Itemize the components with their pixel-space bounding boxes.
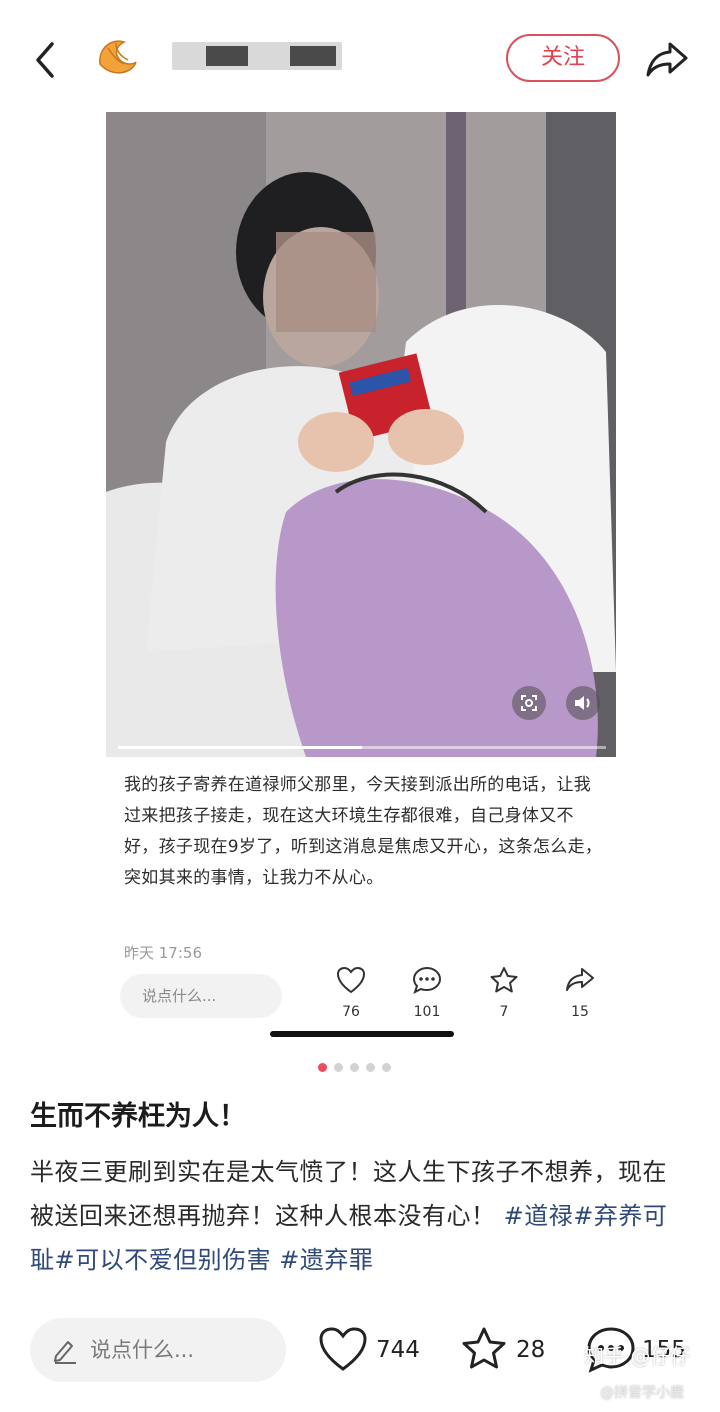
- quoted-star-count: 7: [499, 1004, 509, 1020]
- star-button[interactable]: 28: [460, 1322, 560, 1378]
- volume-icon: [575, 696, 590, 710]
- quoted-comment-count: 101: [413, 1004, 441, 1020]
- carousel-dot[interactable]: [318, 1063, 327, 1072]
- carousel-dots[interactable]: [318, 1057, 398, 1072]
- pen-icon: [54, 1341, 76, 1364]
- share-button[interactable]: [644, 38, 690, 80]
- volume-button[interactable]: [566, 686, 600, 720]
- quoted-comment-input[interactable]: 说点什么...: [120, 974, 282, 1018]
- quoted-like-count: 76: [342, 1004, 360, 1020]
- carousel-dot[interactable]: [382, 1063, 391, 1072]
- post-title: 生而不养枉为人！: [30, 1101, 246, 1132]
- like-count: 744: [376, 1337, 420, 1363]
- star-icon: [490, 967, 518, 993]
- carousel-dot[interactable]: [334, 1063, 343, 1072]
- comment-input[interactable]: 说点什么...: [30, 1318, 286, 1382]
- watermark-sub: @拼音学小鹿: [600, 1385, 684, 1401]
- avatar[interactable]: [94, 34, 140, 80]
- scan-icon: [521, 695, 537, 711]
- carousel-dot[interactable]: [350, 1063, 359, 1072]
- back-button[interactable]: [28, 36, 68, 84]
- hashtag[interactable]: #可以不爱但别伤害: [55, 1246, 272, 1274]
- quoted-post-time: 昨天 17:56: [124, 944, 202, 962]
- comment-placeholder: 说点什么...: [90, 1338, 195, 1362]
- video-progress-bar[interactable]: [118, 746, 606, 749]
- follow-button[interactable]: 关注: [506, 34, 620, 82]
- hashtag[interactable]: #道禄: [504, 1202, 574, 1230]
- quoted-share-button[interactable]: 15: [550, 966, 610, 1020]
- star-icon: [462, 1327, 506, 1369]
- scan-button[interactable]: [512, 686, 546, 720]
- post-body: 半夜三更刷到实在是太气愤了！这人生下孩子不想养，现在被送回来还想再抛弃！这种人根…: [30, 1150, 690, 1282]
- quoted-star-button[interactable]: 7: [474, 966, 534, 1020]
- like-button[interactable]: 744: [318, 1322, 428, 1378]
- home-indicator: [270, 1031, 454, 1037]
- photo-illustration: [106, 112, 616, 757]
- star-count: 28: [516, 1337, 546, 1363]
- quoted-post-text: 我的孩子寄养在道禄师父那里，今天接到派出所的电话，让我过来把孩子接走，现在这大环…: [124, 775, 603, 888]
- comment-icon: [412, 966, 442, 994]
- video-progress-fill: [118, 746, 362, 749]
- share-icon: [566, 968, 594, 991]
- croissant-avatar-icon: [99, 40, 137, 74]
- heart-icon: [336, 966, 366, 994]
- hashtag[interactable]: #遗弃罪: [279, 1246, 373, 1274]
- heart-icon: [319, 1327, 367, 1371]
- quoted-comment-button[interactable]: 101: [397, 966, 457, 1020]
- username-redacted: [172, 42, 342, 70]
- share-icon: [646, 42, 688, 77]
- back-icon: [36, 42, 54, 78]
- quoted-like-button[interactable]: 76: [321, 966, 381, 1020]
- carousel-dot[interactable]: [366, 1063, 375, 1072]
- top-bar: 关注: [0, 0, 720, 112]
- watermark: 知乎 @仔仔: [584, 1344, 691, 1368]
- quoted-share-count: 15: [571, 1004, 589, 1020]
- post-video[interactable]: [106, 112, 616, 757]
